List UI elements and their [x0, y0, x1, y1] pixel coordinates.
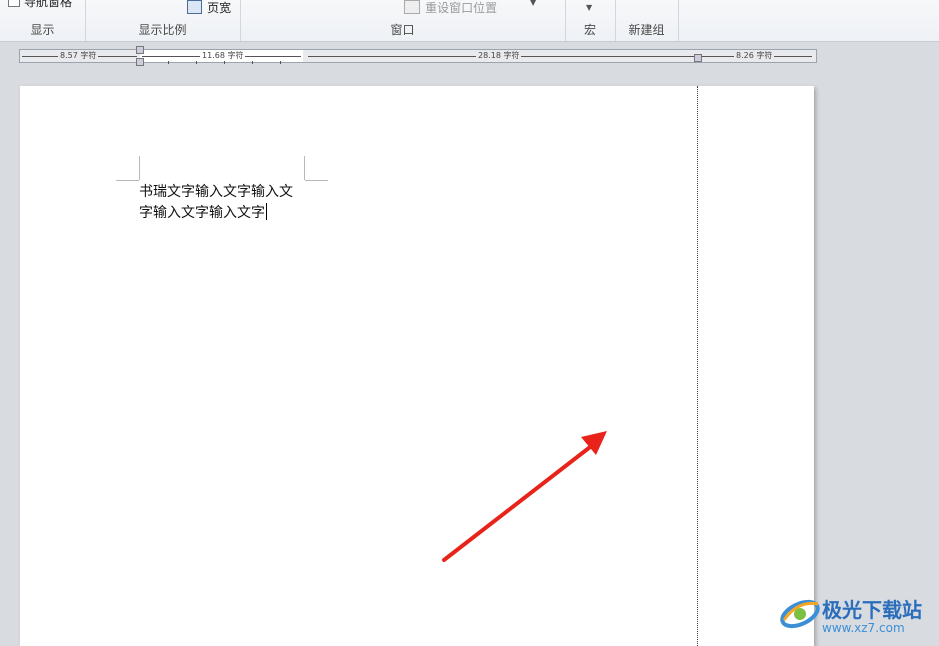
group-label-new: 新建组	[628, 23, 665, 37]
group-window: 重设窗口位置 ▼ 窗口	[240, 0, 566, 41]
ruler-body: 28.18 字符	[306, 50, 696, 62]
ribbon: 导航窗格 显示 页宽 显示比例 重设窗口位置 ▼ 窗口 ▼ 宏 新建组	[0, 0, 939, 42]
left-indent-marker[interactable]	[136, 58, 144, 66]
ruler-indent-label: 11.68 字符	[200, 50, 246, 62]
group-label-zoom: 显示比例	[138, 23, 187, 37]
group-label-show: 显示	[30, 23, 55, 37]
page-width-icon	[187, 0, 202, 14]
group-macro: ▼ 宏	[565, 0, 616, 41]
watermark-title: 极光下载站	[822, 598, 922, 622]
horizontal-ruler[interactable]: 8.57 字符 11.68 字符 28.18 字符 8.26 字符	[19, 46, 817, 66]
reset-window-button[interactable]: 重设窗口位置	[404, 0, 497, 16]
ruler-left-margin: 8.57 字符	[20, 50, 139, 62]
group-zoom: 页宽 显示比例	[85, 0, 241, 41]
group-new: 新建组	[615, 0, 679, 41]
watermark-url: www.xz7.com	[822, 621, 905, 635]
document-page[interactable]: 书瑞文字输入文字输入文 字输入文字输入文字	[20, 86, 814, 646]
ruler-body-label: 28.18 字符	[476, 50, 522, 62]
ruler-left-margin-label: 8.57 字符	[58, 50, 99, 62]
group-label-window: 窗口	[390, 23, 415, 37]
macro-dropdown-icon[interactable]: ▼	[586, 3, 592, 12]
first-line-indent-marker[interactable]	[136, 46, 144, 54]
reset-window-icon	[404, 0, 420, 14]
ruler-right-margin-label: 8.26 字符	[734, 50, 775, 62]
reset-window-label: 重设窗口位置	[425, 1, 498, 15]
red-arrow-annotation	[442, 431, 607, 562]
window-dropdown-icon[interactable]: ▼	[530, 0, 536, 7]
ruler-area: 8.57 字符 11.68 字符 28.18 字符 8.26 字符	[0, 42, 939, 66]
right-indent-marker[interactable]	[694, 54, 702, 62]
group-label-macro: 宏	[583, 23, 596, 37]
nav-pane-label: 导航窗格	[24, 0, 73, 9]
checkbox-nav-pane[interactable]	[8, 0, 20, 7]
page-width-label: 页宽	[207, 1, 232, 15]
ruler-indent: 11.68 字符	[140, 50, 303, 62]
ruler-right-margin: 8.26 字符	[700, 50, 814, 62]
watermark-logo-icon	[780, 599, 820, 629]
group-show: 导航窗格 显示	[0, 0, 86, 41]
page-width-button[interactable]: 页宽	[187, 0, 231, 16]
